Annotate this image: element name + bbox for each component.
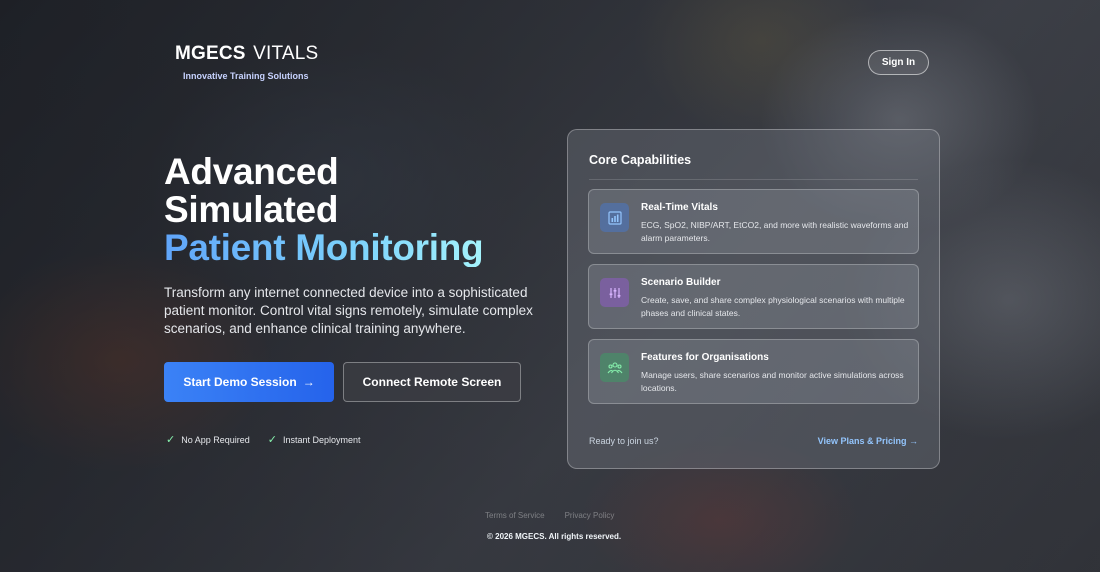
checkmark-icon: ✓ bbox=[267, 434, 277, 446]
capability-description: Manage users, share scenarios and monito… bbox=[641, 370, 904, 393]
capability-title: Features for Organisations bbox=[641, 352, 769, 363]
capability-card-organisations[interactable]: Features for Organisations Manage users,… bbox=[588, 339, 919, 404]
capability-card-scenario[interactable]: Scenario Builder Create, save, and share… bbox=[588, 264, 919, 329]
privacy-link[interactable]: Privacy Policy bbox=[565, 511, 615, 520]
feature-check-label: No App Required bbox=[181, 434, 250, 445]
core-capabilities-panel: Core Capabilities Real-Time Vitals ECG, … bbox=[567, 129, 940, 469]
start-demo-button[interactable]: Start Demo Session → bbox=[164, 362, 334, 402]
sign-in-button[interactable]: Sign In bbox=[868, 50, 929, 75]
capability-card-vitals[interactable]: Real-Time Vitals ECG, SpO2, NIBP/ART, Et… bbox=[588, 189, 919, 254]
users-icon bbox=[600, 353, 629, 382]
bar-chart-icon bbox=[600, 203, 629, 232]
brand-tagline: Innovative Training Solutions bbox=[183, 71, 309, 81]
copyright: © 2026 MGECS. All rights reserved. bbox=[487, 532, 622, 541]
feature-check-label: Instant Deployment bbox=[282, 434, 361, 445]
hero-line-1: Advanced bbox=[164, 151, 339, 192]
capability-description: ECG, SpO2, NIBP/ART, EtCO2, and more wit… bbox=[641, 220, 909, 243]
arrow-right-icon: → bbox=[302, 375, 315, 389]
view-plans-link[interactable]: View Plans & Pricing → bbox=[818, 436, 918, 446]
feature-checks: ✓ No App Required ✓ Instant Deployment bbox=[166, 433, 361, 446]
brand-name: MGECS VITALS bbox=[175, 43, 318, 65]
panel-footer: Ready to join us? View Plans & Pricing → bbox=[589, 436, 918, 446]
hero-description: Transform any internet connected device … bbox=[164, 285, 533, 336]
brand-name-bold: MGECS bbox=[175, 43, 246, 64]
footer-links: Terms of Service Privacy Policy bbox=[485, 511, 614, 520]
capability-title: Real-Time Vitals bbox=[641, 202, 718, 213]
checkmark-icon: ✓ bbox=[166, 434, 176, 446]
brand-name-light: VITALS bbox=[253, 43, 319, 64]
brand-logo[interactable]: MGECS VITALS Innovative Training Solutio… bbox=[175, 43, 318, 81]
capability-title: Scenario Builder bbox=[641, 277, 721, 288]
capability-description: Create, save, and share complex physiolo… bbox=[641, 295, 905, 318]
feature-check-item: ✓ No App Required bbox=[166, 433, 250, 446]
feature-check-item: ✓ Instant Deployment bbox=[268, 433, 361, 446]
sliders-icon bbox=[600, 278, 629, 307]
ready-text: Ready to join us? bbox=[589, 436, 659, 446]
panel-title: Core Capabilities bbox=[589, 153, 692, 167]
panel-divider bbox=[589, 179, 918, 180]
connect-remote-label: Connect Remote Screen bbox=[362, 375, 502, 389]
connect-remote-button[interactable]: Connect Remote Screen bbox=[343, 362, 521, 402]
hero-line-3: Patient Monitoring bbox=[164, 227, 484, 268]
hero-line-2: Simulated bbox=[164, 189, 339, 230]
hero-heading: Advanced Simulated Patient Monitoring bbox=[164, 151, 484, 268]
terms-link[interactable]: Terms of Service bbox=[485, 511, 545, 520]
start-demo-label: Start Demo Session bbox=[183, 375, 297, 389]
